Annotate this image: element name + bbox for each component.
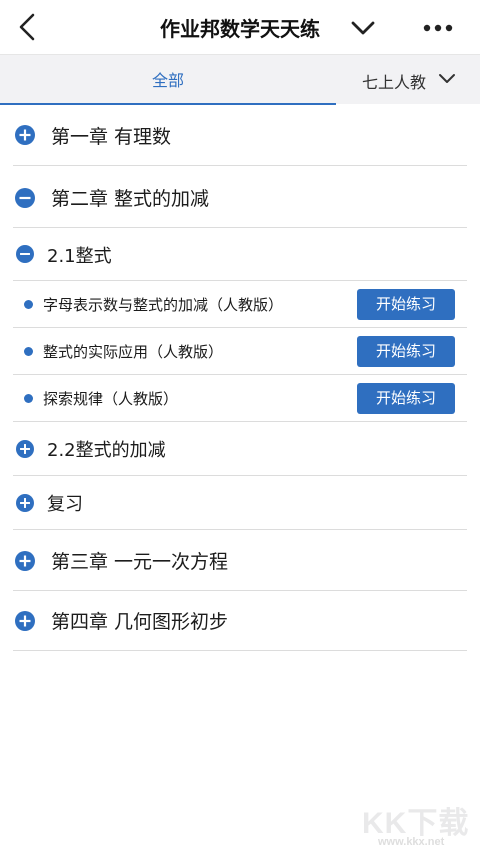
expand-plus-icon[interactable] bbox=[15, 125, 35, 145]
chevron-left-icon bbox=[19, 13, 35, 41]
chapter-row[interactable]: 第二章 整式的加减 bbox=[13, 166, 467, 228]
section-label: 2.1整式 bbox=[47, 246, 112, 267]
collapse-minus-icon[interactable] bbox=[15, 188, 35, 208]
chapter-label: 第二章 整式的加减 bbox=[51, 188, 210, 210]
start-practice-button[interactable]: 开始练习 bbox=[357, 289, 455, 320]
watermark: KK下载 www.kkx.net bbox=[362, 798, 472, 852]
chevron-down-icon bbox=[351, 21, 375, 35]
page-title: 作业邦数学天天练 bbox=[160, 17, 320, 41]
chapter-row[interactable]: 第一章 有理数 bbox=[13, 104, 467, 166]
tab-bar: 全部 七上人教 bbox=[0, 54, 480, 105]
tab-all-label: 全部 bbox=[151, 71, 184, 90]
page-title-wrap: 作业邦数学天天练 bbox=[140, 13, 340, 42]
chevron-down-icon bbox=[439, 74, 455, 83]
chapter-label: 第四章 几何图形初步 bbox=[51, 611, 229, 633]
watermark-url: www.kkx.net bbox=[378, 836, 445, 848]
grade-selector-label: 七上人教 bbox=[362, 73, 427, 92]
section-row[interactable]: 2.1整式 bbox=[13, 228, 467, 281]
chapter-row[interactable]: 第三章 一元一次方程 bbox=[13, 530, 467, 591]
expand-plus-icon[interactable] bbox=[16, 440, 34, 458]
start-practice-button[interactable]: 开始练习 bbox=[357, 336, 455, 367]
expand-plus-icon[interactable] bbox=[15, 551, 35, 571]
lesson-label: 整式的实际应用（人教版） bbox=[43, 343, 224, 361]
grade-selector[interactable]: 七上人教 bbox=[336, 55, 480, 105]
section-label: 复习 bbox=[47, 494, 83, 515]
collapse-minus-icon[interactable] bbox=[16, 245, 34, 263]
back-button[interactable] bbox=[12, 10, 46, 44]
more-button[interactable] bbox=[418, 14, 458, 42]
chapter-row[interactable]: 第四章 几何图形初步 bbox=[13, 591, 467, 651]
expand-plus-icon[interactable] bbox=[15, 611, 35, 631]
section-label: 2.2整式的加减 bbox=[47, 440, 166, 461]
title-dropdown-button[interactable] bbox=[346, 14, 380, 42]
chapter-label: 第一章 有理数 bbox=[51, 126, 172, 148]
more-horizontal-icon bbox=[423, 24, 453, 32]
section-row[interactable]: 复习 bbox=[13, 476, 467, 530]
lesson-label: 探索规律（人教版） bbox=[43, 390, 179, 408]
bullet-dot bbox=[24, 394, 33, 403]
start-practice-button[interactable]: 开始练习 bbox=[357, 383, 455, 414]
section-row[interactable]: 2.2整式的加减 bbox=[13, 422, 467, 476]
tab-all[interactable]: 全部 bbox=[0, 55, 336, 105]
top-bar: 作业邦数学天天练 bbox=[0, 0, 480, 54]
lesson-row: 字母表示数与整式的加减（人教版） 开始练习 bbox=[13, 281, 467, 328]
bullet-dot bbox=[24, 300, 33, 309]
lesson-label: 字母表示数与整式的加减（人教版） bbox=[43, 296, 284, 314]
chapter-label: 第三章 一元一次方程 bbox=[51, 551, 229, 573]
bullet-dot bbox=[24, 347, 33, 356]
lesson-row: 整式的实际应用（人教版） 开始练习 bbox=[13, 328, 467, 375]
lesson-row: 探索规律（人教版） 开始练习 bbox=[13, 375, 467, 422]
expand-plus-icon[interactable] bbox=[16, 494, 34, 512]
